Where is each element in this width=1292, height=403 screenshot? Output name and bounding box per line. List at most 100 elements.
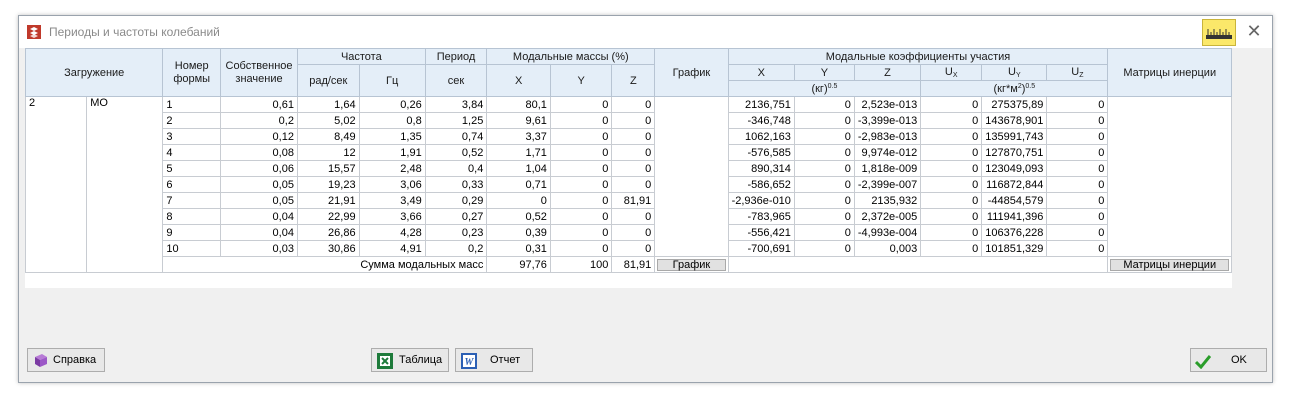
- col-part-uz[interactable]: UZ: [1046, 64, 1109, 81]
- col-participation[interactable]: Модальные коэффициенты участия: [727, 48, 1109, 65]
- cell-pz: -4,993e-004: [853, 224, 922, 241]
- table-row[interactable]: 9 0,04 26,86 4,28 0,23 0,39 0 0 -556,421 0 -4,993e…: [26, 224, 1232, 241]
- cell-hz: 1,35: [358, 128, 426, 145]
- inertia-button[interactable]: Матрицы инерции: [1110, 258, 1229, 271]
- cell-mz: 0: [611, 144, 656, 161]
- cell-my: 0: [549, 224, 613, 241]
- table-row[interactable]: 2 0,2 5,02 0,8 1,25 9,61 0 0 -346,748 0 -3,399e-01…: [26, 112, 1232, 129]
- help-button[interactable]: Справка: [27, 348, 105, 372]
- cell-rad: 19,23: [296, 176, 360, 193]
- col-part-ux[interactable]: UX: [920, 64, 983, 81]
- col-part-uy[interactable]: UY: [981, 64, 1048, 81]
- cell-mz: 0: [611, 176, 656, 193]
- cell-my: 0: [549, 192, 613, 209]
- help-label: Справка: [53, 354, 97, 366]
- cell-rad: 26,86: [296, 224, 360, 241]
- cell-my: 0: [549, 96, 613, 113]
- table-row[interactable]: 3 0,12 8,49 1,35 0,74 3,37 0 0 1062,163 0 -2,983e-…: [26, 128, 1232, 145]
- cell-py: 0: [793, 176, 855, 193]
- cell-ux: 0: [920, 160, 983, 177]
- table-row[interactable]: 5 0,06 15,57 2,48 0,4 1,04 0 0 890,314 0 1,818e-00…: [26, 160, 1232, 177]
- table-row[interactable]: 4 0,08 12 1,91 0,52 1,71 0 0 -576,585 0 9,974e-012…: [26, 144, 1232, 161]
- cell-py: 0: [793, 208, 855, 225]
- ux-sub: X: [952, 72, 958, 79]
- table-row[interactable]: 10 0,03 30,86 4,91 0,2 0,31 0 0 -700,691 0 0,003 0 1…: [26, 240, 1232, 257]
- cell-ux: 0: [920, 192, 983, 209]
- cell-ux: 0: [920, 96, 983, 113]
- ok-button[interactable]: OK: [1190, 348, 1267, 372]
- cell-form: 4: [162, 144, 222, 161]
- col-part-z[interactable]: Z: [853, 64, 922, 81]
- ruler-button[interactable]: [1202, 19, 1236, 46]
- cell-uy: 116872,844: [981, 176, 1048, 193]
- col-graph[interactable]: График: [654, 48, 729, 97]
- cell-form: 7: [162, 192, 222, 209]
- cell-uz: 0: [1046, 192, 1109, 209]
- cell-eig: 0,05: [220, 176, 298, 193]
- cell-ux: 0: [920, 208, 983, 225]
- cell-uy: 135991,743: [981, 128, 1048, 145]
- app-logo-icon: [27, 25, 41, 39]
- close-icon[interactable]: ✕: [1244, 22, 1264, 42]
- cell-hz: 4,28: [358, 224, 426, 241]
- col-mass-z[interactable]: Z: [611, 64, 656, 97]
- col-sec[interactable]: сек: [424, 64, 488, 97]
- cell-per: 0,2: [424, 240, 488, 257]
- cell-form: 10: [162, 240, 222, 257]
- cell-px: -556,421: [727, 224, 795, 241]
- cell-pz: -2,983e-013: [853, 128, 922, 145]
- col-mass-x[interactable]: X: [486, 64, 551, 97]
- cell-mx: 80,1: [486, 96, 551, 113]
- cell-form: 6: [162, 176, 222, 193]
- cell-mz: 0: [611, 224, 656, 241]
- cell-uy: 123049,093: [981, 160, 1048, 177]
- table-row[interactable]: 7 0,05 21,91 3,49 0,29 0 0 81,91 -2,936e-010 0 213…: [26, 192, 1232, 209]
- cell-eig: 0,2: [220, 112, 298, 129]
- results-table-area: Загружение Номер формы Собственное значе…: [24, 48, 1232, 288]
- col-eigenvalue-line1: Собственное: [225, 59, 293, 72]
- cell-ux: 0: [920, 128, 983, 145]
- cell-py: 0: [793, 160, 855, 177]
- col-period[interactable]: Период: [424, 48, 488, 65]
- cell-my: 0: [549, 128, 613, 145]
- cell-mx: 1,04: [486, 160, 551, 177]
- col-rad-s[interactable]: рад/сек: [296, 64, 360, 97]
- table-row[interactable]: 6 0,05 19,23 3,06 0,33 0,71 0 0 -586,652 0 -2,399e…: [26, 176, 1232, 193]
- cell-per: 0,27: [424, 208, 488, 225]
- cell-px: -700,691: [727, 240, 795, 257]
- col-modal-masses[interactable]: Модальные массы (%): [486, 48, 656, 65]
- col-form-number[interactable]: Номер формы: [162, 48, 222, 97]
- ruler-icon: [1206, 29, 1232, 39]
- col-loading[interactable]: Загружение: [24, 48, 164, 97]
- cell-mx: 1,71: [486, 144, 551, 161]
- word-icon: W: [461, 353, 477, 369]
- cell-mx: 0: [486, 192, 551, 209]
- col-mass-y[interactable]: Y: [549, 64, 613, 97]
- cell-uy: 111941,396: [981, 208, 1048, 225]
- cell-pz: 2135,932: [853, 192, 922, 209]
- load-case-name: МО: [86, 96, 164, 273]
- cell-pz: 2,372e-005: [853, 208, 922, 225]
- cell-px: -2,936e-010: [727, 192, 795, 209]
- table-row[interactable]: 2 МО 1 0,61 1,64 0,26 3,84 80,1 0 0 2136,751 0 2,523…: [24, 96, 1232, 273]
- graph-button[interactable]: График: [657, 258, 726, 271]
- cell-px: 2136,751: [727, 96, 795, 113]
- window-title: Периоды и частоты колебаний: [49, 25, 220, 39]
- cell-hz: 0,26: [358, 96, 426, 113]
- col-eigenvalue[interactable]: Собственное значение: [220, 48, 298, 97]
- cell-ux: 0: [920, 112, 983, 129]
- col-part-y[interactable]: Y: [793, 64, 855, 81]
- cell-eig: 0,05: [220, 192, 298, 209]
- cell-uz: 0: [1046, 96, 1109, 113]
- col-inertia[interactable]: Матрицы инерции: [1107, 48, 1232, 97]
- report-button[interactable]: W Отчет: [455, 348, 533, 372]
- col-hz[interactable]: Гц: [358, 64, 426, 97]
- title-bar: Периоды и частоты колебаний ✕: [19, 16, 1272, 48]
- table-button[interactable]: Таблица: [371, 348, 449, 372]
- cell-rad: 1,64: [296, 96, 360, 113]
- uy-label: U: [1008, 66, 1016, 78]
- col-part-x[interactable]: X: [727, 64, 795, 81]
- col-frequency[interactable]: Частота: [296, 48, 426, 65]
- table-row[interactable]: 8 0,04 22,99 3,66 0,27 0,52 0 0 -783,965 0 2,372e-…: [26, 208, 1232, 225]
- cell-uz: 0: [1046, 176, 1109, 193]
